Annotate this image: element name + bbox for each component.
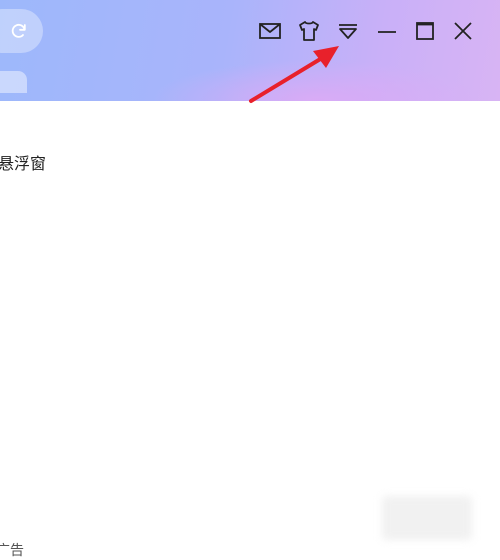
- title-bar-glow: [150, 60, 480, 101]
- mail-icon[interactable]: [257, 18, 283, 44]
- maximize-icon[interactable]: [412, 18, 438, 44]
- browser-tab[interactable]: [0, 71, 27, 93]
- minimize-icon[interactable]: [374, 18, 400, 44]
- refresh-icon: [9, 21, 29, 41]
- title-bar: [0, 0, 500, 101]
- close-icon[interactable]: [450, 18, 476, 44]
- tshirt-icon[interactable]: [296, 18, 322, 44]
- floating-window-label: 悬浮窗: [0, 154, 47, 173]
- bottom-text: 广告: [0, 543, 24, 559]
- menu-dropdown-icon[interactable]: [335, 18, 361, 44]
- refresh-button[interactable]: [0, 9, 43, 53]
- blurred-area: [382, 496, 472, 540]
